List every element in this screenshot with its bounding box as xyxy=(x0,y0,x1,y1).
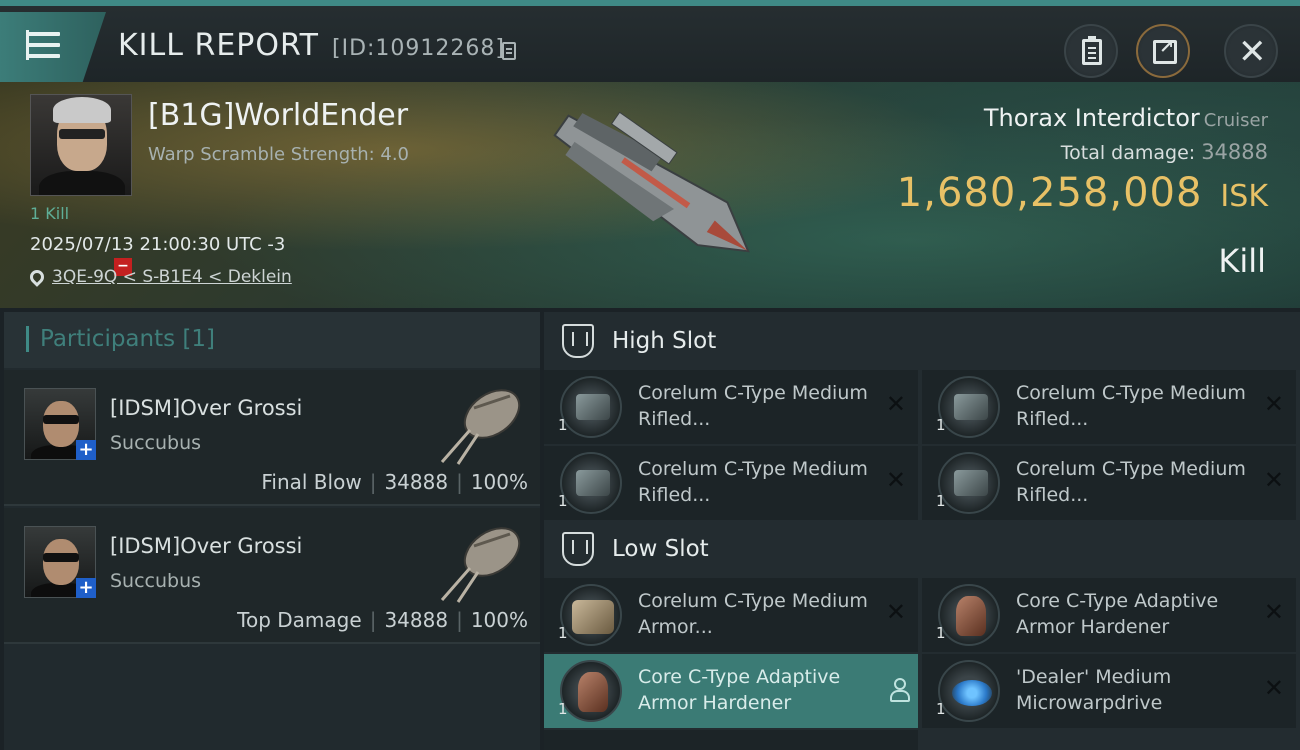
participant-percent: 100% xyxy=(470,608,528,632)
clipboard-button[interactable] xyxy=(1064,24,1118,78)
destroyed-icon: ✕ xyxy=(885,390,906,418)
ship-name[interactable]: Thorax Interdictor xyxy=(984,104,1200,132)
share-button[interactable] xyxy=(1136,24,1190,78)
low-slot-title: Low Slot xyxy=(612,536,709,562)
module-item-partial[interactable] xyxy=(544,730,918,750)
module-name: Corelum C-Type Medium Rifled... xyxy=(1016,458,1246,506)
victim-banner: − [B1G]WorldEnder Warp Scramble Strength… xyxy=(0,82,1300,308)
total-damage: Total damage: 34888 xyxy=(1061,140,1268,164)
module-quantity: 1 xyxy=(936,492,946,510)
participant-ship: Succubus xyxy=(110,570,202,592)
module-quantity: 1 xyxy=(936,624,946,642)
kill-datetime: 2025/07/13 21:00:30 UTC -3 xyxy=(30,234,286,255)
module-quantity: 1 xyxy=(558,416,568,434)
high-slot-header: High Slot xyxy=(544,312,1300,372)
total-damage-value: 34888 xyxy=(1201,140,1268,164)
participant-stats: Final Blow | 34888 | 100% xyxy=(261,470,528,494)
destroyed-icon: ✕ xyxy=(1263,466,1284,494)
kill-count: 1 Kill xyxy=(30,204,70,223)
turret-icon xyxy=(560,376,622,438)
participant-ship-icon[interactable] xyxy=(434,516,530,606)
victim-portrait[interactable] xyxy=(30,94,132,196)
close-icon: ✕ xyxy=(1238,32,1267,72)
warp-scramble-strength: Warp Scramble Strength: 4.0 xyxy=(148,144,410,165)
copy-icon[interactable] xyxy=(502,42,516,60)
participant-name[interactable]: [IDSM]Over Grossi xyxy=(110,534,302,558)
armor-plate-icon xyxy=(560,584,622,646)
low-slot-icon xyxy=(562,532,594,566)
participant-ship-icon[interactable] xyxy=(434,378,530,468)
module-quantity: 1 xyxy=(558,624,568,642)
destroyed-icon: ✕ xyxy=(1263,390,1284,418)
module-quantity: 1 xyxy=(558,700,568,718)
turret-icon xyxy=(560,452,622,514)
microwarpdrive-icon xyxy=(938,660,1000,722)
victim-ship-image[interactable] xyxy=(520,96,780,286)
page-title: KILL REPORT xyxy=(118,28,319,63)
module-name: Corelum C-Type Medium Armor... xyxy=(638,590,868,638)
victim-name[interactable]: [B1G]WorldEnder xyxy=(148,98,408,133)
armor-hardener-icon xyxy=(938,584,1000,646)
ship-class: Cruiser xyxy=(1203,110,1268,131)
fitting-panel: High Slot 1 Corelum C-Type Medium Rifled… xyxy=(544,312,1300,750)
module-name: Corelum C-Type Medium Rifled... xyxy=(638,382,868,430)
module-item-dropped[interactable]: 1 Core C-Type Adaptive Armor Hardener xyxy=(544,654,918,728)
report-id: [ID:10912268] xyxy=(332,36,505,61)
participant-row[interactable]: + [IDSM]Over Grossi Succubus Top Damage |… xyxy=(4,508,540,644)
module-item[interactable]: 1 Corelum C-Type Medium Rifled... ✕ xyxy=(922,370,1296,444)
location-pin-icon xyxy=(27,267,47,287)
participants-header: Participants [1] xyxy=(4,312,540,368)
share-icon xyxy=(1153,37,1177,64)
plus-badge-icon: + xyxy=(76,578,96,598)
isk-amount: 1,680,258,008 xyxy=(896,170,1203,216)
participants-panel: Participants [1] + [IDSM]Over Grossi Suc… xyxy=(4,312,540,750)
module-quantity: 1 xyxy=(936,700,946,718)
destroyed-icon: ✕ xyxy=(1263,598,1284,626)
module-name: 'Dealer' Medium Microwarpdrive xyxy=(1016,666,1172,714)
participant-damage: 34888 xyxy=(384,608,449,632)
dropped-person-icon xyxy=(890,678,910,702)
participant-percent: 100% xyxy=(470,470,528,494)
module-name: Core C-Type Adaptive Armor Hardener xyxy=(1016,590,1219,638)
isk-unit: ISK xyxy=(1220,179,1268,214)
turret-icon xyxy=(938,376,1000,438)
module-quantity: 1 xyxy=(936,416,946,434)
close-button[interactable]: ✕ xyxy=(1224,24,1278,78)
participant-row[interactable]: + [IDSM]Over Grossi Succubus Final Blow |… xyxy=(4,370,540,506)
clipboard-icon xyxy=(1082,36,1102,65)
kill-result: Kill xyxy=(1218,242,1266,280)
participant-ship: Succubus xyxy=(110,432,202,454)
menu-button[interactable] xyxy=(0,12,106,82)
low-slot-header: Low Slot xyxy=(544,520,1300,580)
high-slot-icon xyxy=(562,324,594,358)
module-quantity: 1 xyxy=(558,492,568,510)
module-item[interactable]: 1 Corelum C-Type Medium Rifled... ✕ xyxy=(922,446,1296,520)
module-item[interactable]: 1 Core C-Type Adaptive Armor Hardener ✕ xyxy=(922,578,1296,652)
high-slot-title: High Slot xyxy=(612,328,717,354)
module-item[interactable]: 1 Corelum C-Type Medium Rifled... ✕ xyxy=(544,370,918,444)
destroyed-icon: ✕ xyxy=(885,466,906,494)
destroyed-icon: ✕ xyxy=(1263,674,1284,702)
plus-badge-icon: + xyxy=(76,440,96,460)
total-damage-label: Total damage: xyxy=(1060,142,1196,164)
title-bar: KILL REPORT [ID:10912268] ✕ xyxy=(0,0,1300,82)
module-name: Corelum C-Type Medium Rifled... xyxy=(638,458,868,506)
participant-name[interactable]: [IDSM]Over Grossi xyxy=(110,396,302,420)
participant-role: Top Damage xyxy=(237,608,362,632)
participant-stats: Top Damage | 34888 | 100% xyxy=(237,608,528,632)
module-name: Core C-Type Adaptive Armor Hardener xyxy=(638,666,841,714)
module-name: Corelum C-Type Medium Rifled... xyxy=(1016,382,1246,430)
participant-damage: 34888 xyxy=(384,470,449,494)
module-item[interactable]: 1 'Dealer' Medium Microwarpdrive ✕ xyxy=(922,654,1296,728)
armor-hardener-icon xyxy=(560,660,622,722)
module-item[interactable]: 1 Corelum C-Type Medium Armor... ✕ xyxy=(544,578,918,652)
turret-icon xyxy=(938,452,1000,514)
destroyed-icon: ✕ xyxy=(885,598,906,626)
victim-ship: Thorax Interdictor Cruiser xyxy=(984,104,1268,132)
module-item[interactable]: 1 Corelum C-Type Medium Rifled... ✕ xyxy=(544,446,918,520)
location-link[interactable]: 3QE-9Q < S-B1E4 < Deklein xyxy=(52,267,292,287)
isk-value: 1,680,258,008 ISK xyxy=(897,170,1268,216)
participant-role: Final Blow xyxy=(261,470,362,494)
participants-title: Participants [1] xyxy=(40,326,215,352)
